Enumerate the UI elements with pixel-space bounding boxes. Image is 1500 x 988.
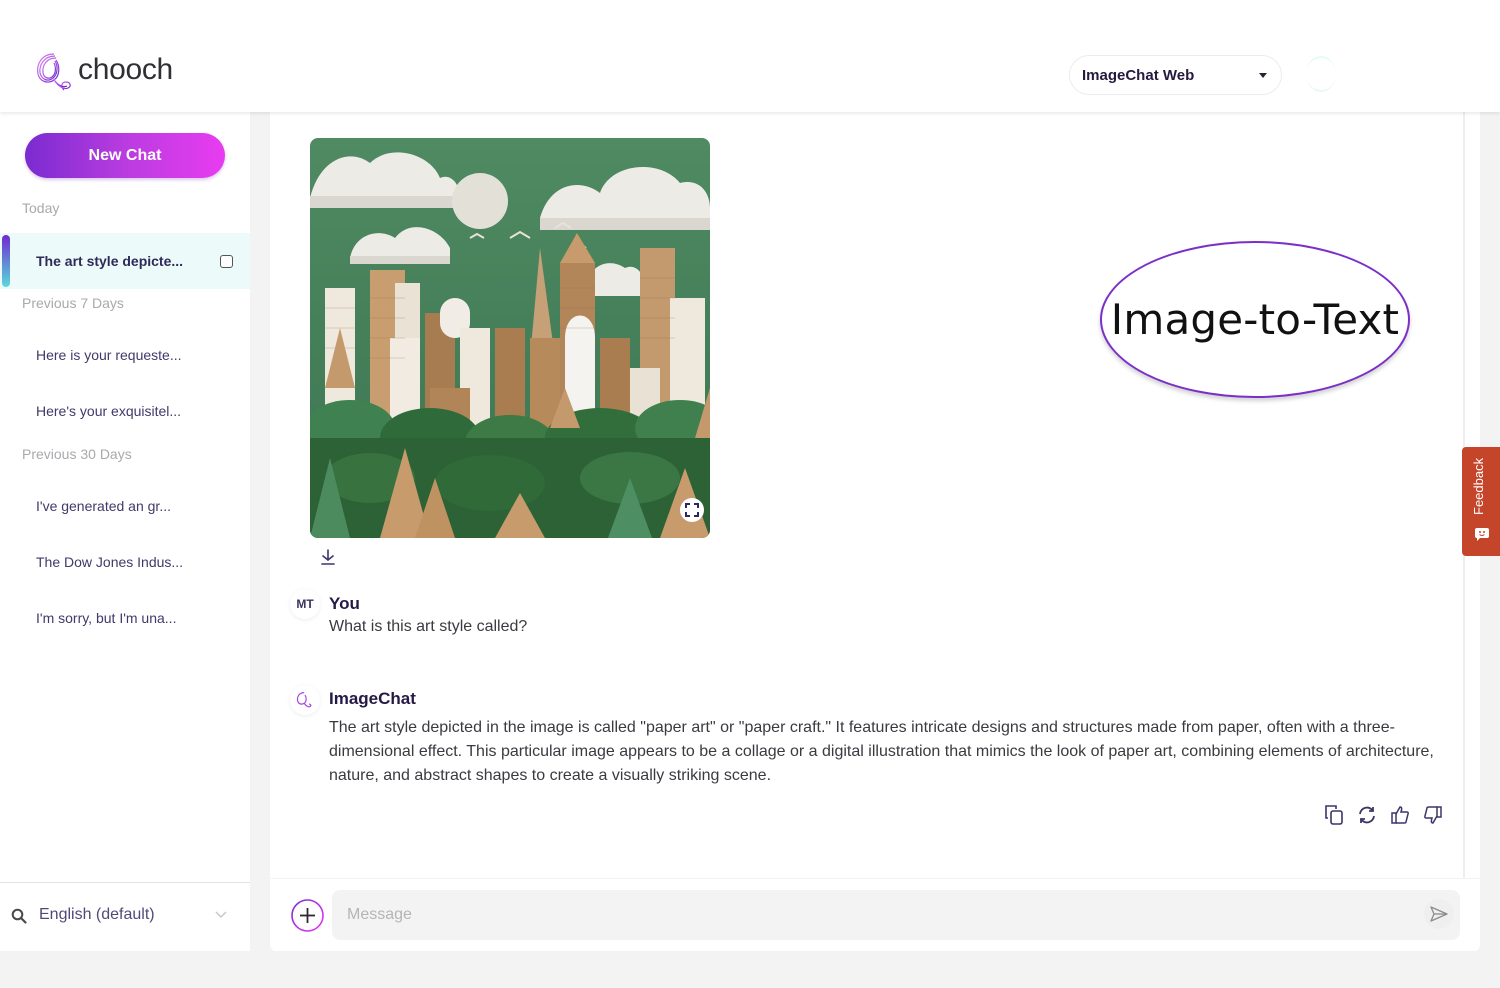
section-label-previous-30-days: Previous 30 Days xyxy=(22,446,132,462)
user-avatar-initials: MT xyxy=(290,589,320,619)
bot-avatar xyxy=(290,685,320,715)
regenerate-icon[interactable] xyxy=(1357,804,1377,826)
logo-text: chooch xyxy=(78,53,173,86)
select-checkbox[interactable] xyxy=(220,255,233,268)
feedback-label: Feedback xyxy=(1471,457,1486,515)
chat-history-label: The art style depicte... xyxy=(36,253,184,269)
thumbs-down-icon[interactable] xyxy=(1423,804,1443,826)
user-message-author: You xyxy=(329,594,360,613)
image-to-text-annotation: Image-to-Text xyxy=(1100,241,1410,398)
search-icon xyxy=(11,908,27,924)
message-input[interactable] xyxy=(332,890,1460,940)
active-indicator xyxy=(2,235,10,287)
user-message-text: What is this art style called? xyxy=(329,618,528,635)
add-attachment-button[interactable] xyxy=(291,899,324,932)
expand-image-button[interactable] xyxy=(680,498,704,522)
caret-down-icon xyxy=(1259,73,1267,78)
section-label-previous-7-days: Previous 7 Days xyxy=(22,295,124,311)
copy-icon[interactable] xyxy=(1324,804,1344,826)
model-selector[interactable]: ImageChat Web xyxy=(1069,55,1282,95)
chat-history-item[interactable]: Here is your requeste... xyxy=(0,327,250,383)
chat-history-item[interactable]: The Dow Jones Indus... xyxy=(0,534,250,590)
imagechat-logo-icon xyxy=(296,692,312,708)
sidebar: New Chat Today The art style depicte... … xyxy=(0,112,250,951)
chooch-logo-icon xyxy=(37,53,71,91)
generated-image[interactable] xyxy=(310,138,710,538)
chat-history-label: Here is your requeste... xyxy=(36,347,182,363)
fullscreen-icon xyxy=(685,503,699,517)
chevron-down-icon xyxy=(215,911,227,919)
chat-history-item[interactable]: I've generated an gr... xyxy=(0,478,250,534)
send-icon xyxy=(1430,906,1448,922)
bot-message-text: The art style depicted in the image is c… xyxy=(329,719,1434,784)
logo[interactable]: chooch xyxy=(34,50,173,94)
feedback-tab[interactable]: Feedback xyxy=(1462,447,1500,556)
chat-history-label: Here's your exquisitel... xyxy=(36,403,182,419)
download-icon[interactable] xyxy=(320,548,336,566)
chat-history-item[interactable]: Here's your exquisitel... xyxy=(0,383,250,439)
thumbs-up-icon[interactable] xyxy=(1390,804,1410,826)
feedback-smiley-icon xyxy=(1475,528,1489,541)
annotation-label: Image-to-Text xyxy=(1110,295,1400,344)
model-selector-value: ImageChat Web xyxy=(1082,66,1195,84)
bot-message-author: ImageChat xyxy=(329,689,416,708)
language-value: English (default) xyxy=(39,906,155,923)
chat-history-label: I've generated an gr... xyxy=(36,498,171,514)
paper-art-city-image xyxy=(310,138,710,538)
new-chat-button[interactable]: New Chat xyxy=(25,133,225,178)
chat-history-item[interactable]: I'm sorry, but I'm una... xyxy=(0,590,250,646)
message-actions xyxy=(1324,804,1443,826)
section-label-today: Today xyxy=(22,200,60,216)
language-selector[interactable]: English (default) xyxy=(0,883,250,951)
user-avatar[interactable] xyxy=(1306,56,1336,92)
send-button[interactable] xyxy=(1424,899,1454,929)
chat-history-label: I'm sorry, but I'm una... xyxy=(36,610,177,626)
chat-history-item[interactable]: The art style depicte... xyxy=(0,233,250,289)
top-header: chooch ImageChat Web xyxy=(0,0,1500,112)
chat-history-label: The Dow Jones Indus... xyxy=(36,554,184,570)
